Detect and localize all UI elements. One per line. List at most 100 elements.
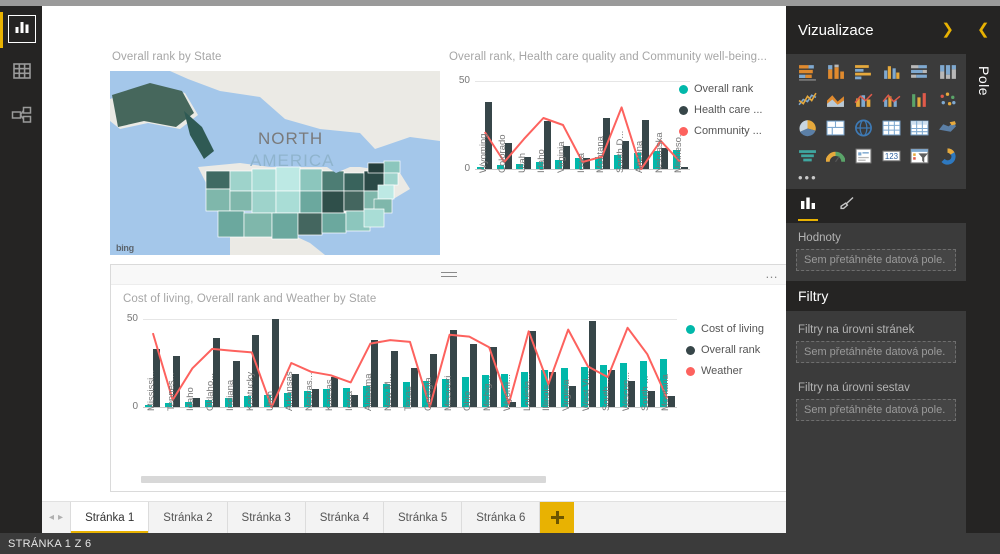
visual-title: Overall rank, Health care quality and Co…: [449, 51, 768, 63]
pie-chart-icon: [798, 119, 817, 142]
matrix-icon: [910, 119, 929, 142]
visual-map-overall-rank-by-state[interactable]: Overall rank by State NORTH AMERICA bing: [110, 51, 450, 261]
report-canvas[interactable]: Overall rank by State NORTH AMERICA bing…: [42, 6, 788, 501]
viz-type-donut-chart[interactable]: [934, 146, 960, 170]
visual-combo-overall-rank-health-community[interactable]: Overall rank, Health care quality and Co…: [447, 51, 787, 261]
tab-format[interactable]: [838, 189, 855, 223]
visual-title: Overall rank by State: [112, 51, 222, 63]
legend-item[interactable]: Overall rank: [679, 83, 762, 95]
chart-horizontal-scrollbar[interactable]: [141, 476, 761, 483]
chevron-right-icon[interactable]: ❯: [941, 20, 954, 38]
viz-type-stacked-bar-chart[interactable]: [794, 62, 820, 86]
viz-type-multi-row-card[interactable]: 123: [878, 146, 904, 170]
viz-type-area-chart[interactable]: [822, 90, 848, 114]
tab-fields[interactable]: [798, 189, 818, 223]
legend-item[interactable]: Overall rank: [686, 344, 764, 356]
rail-item-model-view[interactable]: [8, 103, 36, 131]
viz-type-slicer[interactable]: [906, 146, 932, 170]
viz-type-clustered-bar-chart[interactable]: [850, 62, 876, 86]
legend-item[interactable]: Cost of living: [686, 323, 764, 335]
page-tab-label: Stránka 1: [85, 511, 135, 524]
viz-type-line-chart[interactable]: [794, 90, 820, 114]
paint-brush-icon: [838, 196, 855, 216]
x-axis-tick-label: South ...: [640, 375, 652, 411]
viz-type-funnel-chart[interactable]: [794, 146, 820, 170]
page-tab-3[interactable]: Stránka 3: [227, 502, 306, 533]
viz-type-scatter-chart[interactable]: [934, 90, 960, 114]
viz-type-ribbon-chart[interactable]: [906, 90, 932, 114]
viz-type-hundred-percent-stacked-bar-chart[interactable]: [906, 62, 932, 86]
fields-pane-collapsed[interactable]: ❮ Pole: [966, 6, 1000, 554]
page-next-icon[interactable]: ▸: [58, 512, 63, 523]
rail-item-data-view[interactable]: [8, 59, 36, 87]
x-axis-tick-label: Wyomi...: [501, 374, 513, 411]
legend-item[interactable]: Health care ...: [679, 104, 762, 116]
legend-swatch-icon: [679, 126, 688, 136]
values-label: Hodnoty: [798, 232, 841, 244]
viz-type-pie-chart[interactable]: [794, 118, 820, 142]
chart-legend[interactable]: Cost of living Overall rank Weather: [686, 323, 764, 386]
line-clustered-column-chart-icon: [881, 91, 901, 114]
page-tab-label: Stránka 2: [163, 511, 213, 524]
page-level-filters-label: Filtry na úrovni stránek: [798, 324, 915, 336]
legend-swatch-icon: [686, 324, 695, 334]
page-tab-5[interactable]: Stránka 5: [384, 502, 463, 533]
ribbon-chart-icon: [910, 91, 929, 114]
drag-handle-icon[interactable]: [441, 272, 457, 278]
visualization-type-grid[interactable]: 123: [786, 54, 966, 172]
legend-item[interactable]: Weather: [686, 365, 764, 377]
legend-item[interactable]: Community ...: [679, 125, 762, 137]
chevron-left-icon[interactable]: ❮: [977, 20, 990, 38]
pane-header: Vizualizace ❯: [786, 6, 966, 54]
chart-legend[interactable]: Overall rank Health care ... Community ...: [679, 83, 762, 146]
scrollbar-thumb[interactable]: [141, 476, 546, 483]
x-axis-tick-label: Mississi...: [145, 369, 157, 411]
add-page-button[interactable]: [540, 502, 575, 533]
viz-type-hundred-percent-stacked-column-chart[interactable]: [934, 62, 960, 86]
rail-item-report-view[interactable]: [8, 15, 36, 43]
scatter-chart-icon: [938, 91, 957, 114]
viz-type-map[interactable]: [850, 118, 876, 142]
viz-type-stacked-column-chart[interactable]: [822, 62, 848, 86]
viz-type-clustered-column-chart[interactable]: [878, 62, 904, 86]
clustered-bar-chart-icon: [854, 63, 873, 86]
viz-type-matrix[interactable]: [906, 118, 932, 142]
page-tab-1[interactable]: Stránka 1: [70, 502, 150, 533]
x-axis-tick-label: Wiscon...: [620, 371, 632, 411]
donut-chart-icon: [938, 147, 957, 170]
y-axis-tick-label: 50: [126, 313, 138, 324]
page-tab-6[interactable]: Stránka 6: [462, 502, 541, 533]
legend-swatch-icon: [686, 366, 695, 376]
viz-type-table[interactable]: [878, 118, 904, 142]
visual-header-bar[interactable]: …: [111, 265, 787, 285]
report-level-filters-dropzone[interactable]: Sem přetáhněte datová pole.: [796, 399, 956, 421]
page-tab-2[interactable]: Stránka 2: [149, 502, 228, 533]
more-visuals-icon[interactable]: •••: [786, 171, 966, 189]
x-axis-tick-label: Indiana: [225, 379, 236, 411]
status-bar: STRÁNKA 1 Z 6: [0, 533, 1000, 554]
viz-type-filled-map[interactable]: [934, 118, 960, 142]
viz-type-line-clustered-column-chart[interactable]: [878, 90, 904, 114]
values-dropzone[interactable]: Sem přetáhněte datová pole.: [796, 249, 956, 271]
page-tab-label: Stránka 4: [319, 511, 369, 524]
x-axis-tick-label: Missouri: [442, 375, 454, 411]
hundred-percent-stacked-bar-chart-icon: [910, 63, 929, 86]
visual-combo-cost-living-overall-weather[interactable]: … Cost of living, Overall rank and Weath…: [110, 264, 788, 492]
viz-type-treemap[interactable]: [822, 118, 848, 142]
x-axis-tick-label: Tennes...: [165, 372, 177, 411]
viz-type-gauge[interactable]: [822, 146, 848, 170]
x-axis-tick-label: Georgia: [422, 377, 434, 411]
y-axis-tick-label: 0: [464, 163, 470, 174]
x-axis-tick-label: Virginia: [561, 379, 573, 411]
page-tab-4[interactable]: Stránka 4: [305, 502, 384, 533]
page-level-filters-dropzone[interactable]: Sem přetáhněte datová pole.: [796, 341, 956, 363]
more-options-icon[interactable]: …: [765, 267, 779, 280]
x-axis-tick-label: Iowa: [575, 152, 587, 173]
table-icon: [882, 119, 901, 142]
x-axis-tick-label: South ...: [600, 375, 612, 411]
map-body[interactable]: NORTH AMERICA bing: [110, 71, 440, 255]
page-prev-icon[interactable]: ◂: [49, 512, 54, 523]
viz-type-card[interactable]: [850, 146, 876, 170]
relationships-icon: [11, 106, 33, 129]
viz-type-line-stacked-column-chart[interactable]: [850, 90, 876, 114]
